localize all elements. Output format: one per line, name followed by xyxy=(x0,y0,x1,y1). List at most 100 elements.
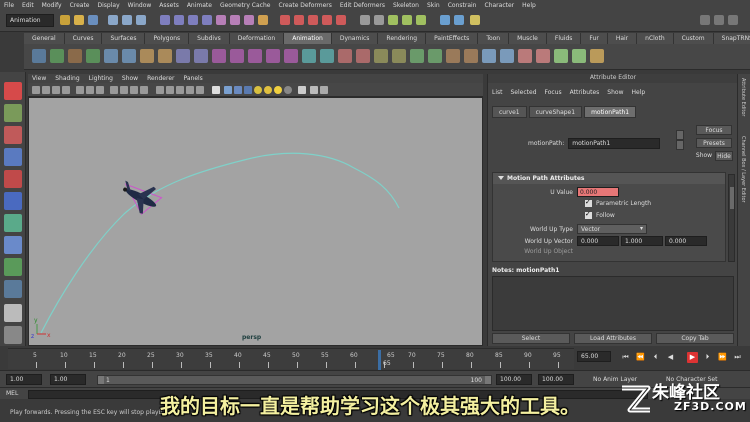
collapse-triangle-icon[interactable] xyxy=(498,176,504,180)
focus-button[interactable]: Focus xyxy=(696,125,732,135)
manipulator-tool-icon[interactable] xyxy=(4,214,22,232)
ik-handle-icon[interactable] xyxy=(50,49,64,63)
soft-mod-tool-icon[interactable] xyxy=(4,236,22,254)
all-lights-icon[interactable] xyxy=(264,86,272,94)
field-chart-icon[interactable] xyxy=(120,86,128,94)
input-line-icon[interactable] xyxy=(440,15,450,25)
use-default-material-icon[interactable] xyxy=(224,86,232,94)
shelf-tab-muscle[interactable]: Muscle xyxy=(509,33,547,44)
character-set-icon[interactable] xyxy=(428,49,442,63)
world-up-vector-x[interactable]: 0.000 xyxy=(577,236,619,246)
scale-tool-icon[interactable] xyxy=(4,192,22,210)
select-tool-icon[interactable] xyxy=(4,82,22,100)
cluster-icon[interactable] xyxy=(158,49,172,63)
menu-animate[interactable]: Animate xyxy=(187,2,212,9)
playblast-icon[interactable] xyxy=(392,49,406,63)
quick-select-icon[interactable] xyxy=(454,15,464,25)
snap-grid-icon[interactable] xyxy=(280,15,290,25)
playback-range-slider[interactable]: 1 100 xyxy=(97,375,492,385)
shaded-icon[interactable] xyxy=(234,86,242,94)
parametric-length-checkbox[interactable] xyxy=(585,198,592,207)
rotate-tool-icon[interactable] xyxy=(4,170,22,188)
select-object-icon[interactable] xyxy=(122,15,132,25)
play-backwards-icon[interactable]: ◀ xyxy=(665,352,676,363)
smooth-shade-icon[interactable] xyxy=(166,86,174,94)
show-hide-tool-settings-icon[interactable] xyxy=(700,15,710,25)
shelf-tab-toon[interactable]: Toon xyxy=(478,33,510,44)
menu-skeleton[interactable]: Skeleton xyxy=(393,2,419,9)
u-value-field[interactable]: 0.000 xyxy=(577,187,619,197)
snap-view-plane-icon[interactable] xyxy=(322,15,332,25)
menu-display[interactable]: Display xyxy=(98,2,120,9)
grid-icon[interactable] xyxy=(76,86,84,94)
mask-surfaces-icon[interactable] xyxy=(202,15,212,25)
history-icon[interactable] xyxy=(360,15,370,25)
menu-window[interactable]: Window xyxy=(128,2,152,9)
pose-icon[interactable] xyxy=(590,49,604,63)
paint-select-tool-icon[interactable] xyxy=(4,126,22,144)
mel-label[interactable]: MEL xyxy=(6,390,18,397)
dope-sheet-icon[interactable] xyxy=(356,49,370,63)
trax-editor-icon[interactable] xyxy=(374,49,388,63)
animation-start-field[interactable]: 1.00 xyxy=(6,374,42,385)
joint-tool-icon[interactable] xyxy=(68,49,82,63)
presets-button[interactable]: Presets xyxy=(696,138,732,148)
copy-weights-icon[interactable] xyxy=(518,49,532,63)
paint-weights-icon[interactable] xyxy=(482,49,496,63)
isolate-select-icon[interactable] xyxy=(212,86,220,94)
viewport-menu-show[interactable]: Show xyxy=(122,75,138,82)
make-live-icon[interactable] xyxy=(336,15,346,25)
default-lighting-icon[interactable] xyxy=(254,86,262,94)
shadows-icon[interactable] xyxy=(274,86,282,94)
mask-rendering-icon[interactable] xyxy=(244,15,254,25)
textured-icon[interactable] xyxy=(186,86,194,94)
world-up-vector-z[interactable]: 0.000 xyxy=(665,236,707,246)
move-tool-icon[interactable] xyxy=(4,148,22,166)
mask-joints-icon[interactable] xyxy=(174,15,184,25)
menu-create[interactable]: Create xyxy=(70,2,90,9)
set-key-icon[interactable] xyxy=(32,49,46,63)
parent-constraint-icon[interactable] xyxy=(284,49,298,63)
load-attributes-button[interactable]: Load Attributes xyxy=(574,333,652,344)
construction-history-icon[interactable] xyxy=(374,15,384,25)
bake-simulation-icon[interactable] xyxy=(554,49,568,63)
ae-menu-show[interactable]: Show xyxy=(607,89,623,96)
show-hide-attribute-editor-icon[interactable] xyxy=(714,15,724,25)
shelf-tab-snaptrns[interactable]: SnapTRNS xyxy=(713,33,750,44)
frame-all-icon[interactable] xyxy=(320,86,328,94)
menu-assets[interactable]: Assets xyxy=(159,2,179,9)
range-start-handle[interactable] xyxy=(98,376,104,384)
new-scene-icon[interactable] xyxy=(60,15,70,25)
shelf-tab-deformation[interactable]: Deformation xyxy=(229,33,285,44)
attribute-scrollbar[interactable] xyxy=(728,174,735,262)
safe-action-icon[interactable] xyxy=(130,86,138,94)
aim-constraint-icon[interactable] xyxy=(230,49,244,63)
output-connections-icon[interactable] xyxy=(676,140,684,150)
ghost-icon[interactable] xyxy=(446,49,460,63)
scale-constraint-icon[interactable] xyxy=(266,49,280,63)
open-scene-icon[interactable] xyxy=(74,15,84,25)
mask-misc-icon[interactable] xyxy=(258,15,268,25)
go-to-start-icon[interactable]: ⏮ xyxy=(620,352,631,363)
show-button[interactable]: Show xyxy=(694,151,714,161)
side-tab-attribute-editor[interactable]: Attribute Editor xyxy=(740,78,746,116)
wire-deformer-icon[interactable] xyxy=(194,49,208,63)
ae-tab-curve1[interactable]: curve1 xyxy=(492,106,527,118)
hide-button[interactable]: Hide xyxy=(715,151,733,161)
film-gate-icon[interactable] xyxy=(86,86,94,94)
camera-attributes-icon[interactable] xyxy=(42,86,50,94)
wireframe-on-shaded-icon[interactable] xyxy=(176,86,184,94)
lattice-icon[interactable] xyxy=(140,49,154,63)
smooth-bind-icon[interactable] xyxy=(104,49,118,63)
shelf-tab-fluids[interactable]: Fluids xyxy=(546,33,582,44)
ae-menu-help[interactable]: Help xyxy=(631,89,645,96)
flow-path-icon[interactable] xyxy=(320,49,334,63)
gate-mask-icon[interactable] xyxy=(110,86,118,94)
side-tab-channel-box[interactable]: Channel Box / Layer Editor xyxy=(740,136,746,203)
safe-title-icon[interactable] xyxy=(140,86,148,94)
menu-file[interactable]: File xyxy=(4,2,14,9)
scrollbar-thumb[interactable] xyxy=(730,187,734,209)
viewport-menu-shading[interactable]: Shading xyxy=(55,75,79,82)
show-hide-channel-box-icon[interactable] xyxy=(728,15,738,25)
bookmark-icon[interactable] xyxy=(52,86,60,94)
